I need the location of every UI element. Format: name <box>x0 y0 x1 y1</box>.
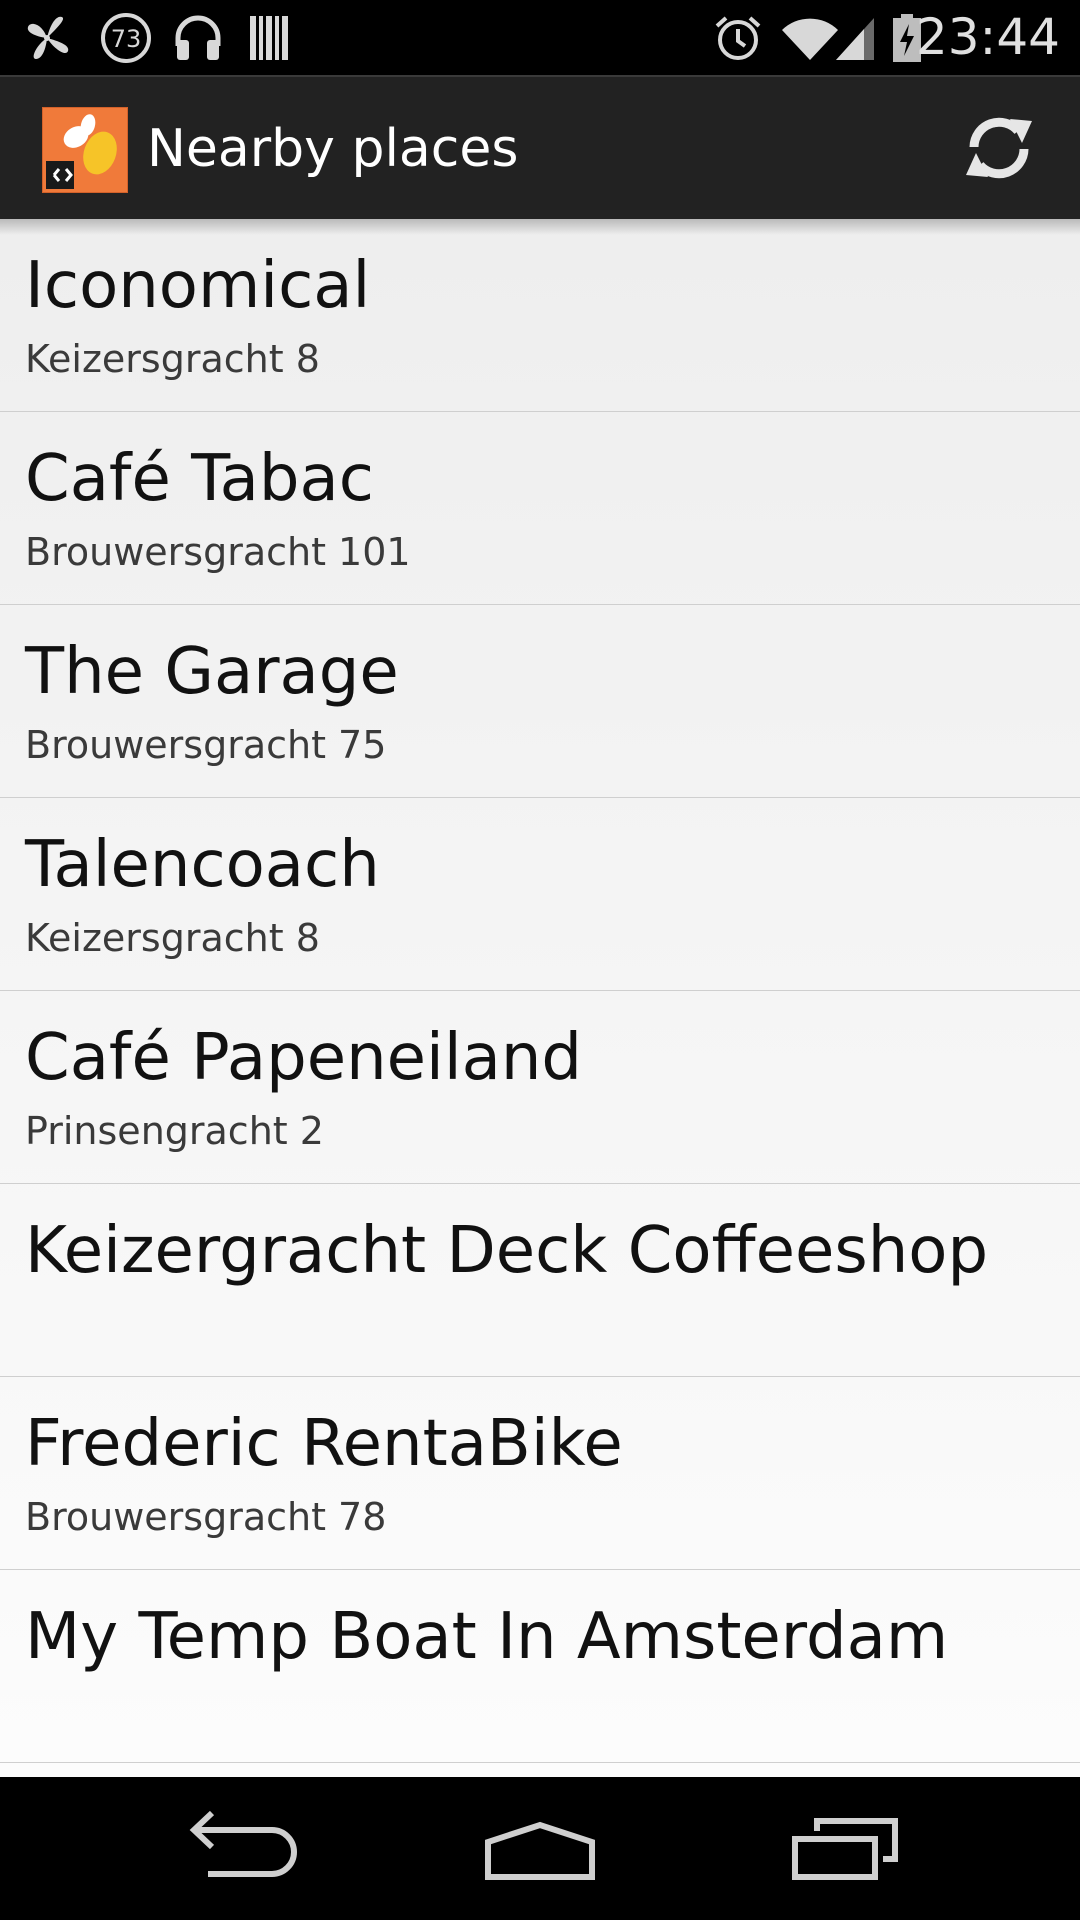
place-address: Keizersgracht 8 <box>25 916 320 960</box>
app-logo-icon[interactable] <box>42 107 128 193</box>
list-item[interactable]: Keizergracht Deck Coffeeshop <box>0 1184 1080 1377</box>
place-name: Talencoach <box>25 828 380 902</box>
back-icon <box>189 1810 297 1877</box>
list-item[interactable]: Talencoach Keizersgracht 8 <box>0 798 1080 991</box>
action-bar: Nearby places <box>0 75 1080 219</box>
alarm-icon <box>715 16 761 60</box>
home-button[interactable] <box>460 1797 620 1897</box>
screen: 73 23:44 Nearby places Iconomical Keizer… <box>0 0 1080 1920</box>
place-address: Brouwersgracht 101 <box>25 530 411 574</box>
navigation-bar <box>0 1777 1080 1920</box>
list-item[interactable]: Frederic RentaBike Brouwersgracht 78 <box>0 1377 1080 1570</box>
list-item[interactable]: My Temp Boat In Amsterdam <box>0 1570 1080 1763</box>
refresh-button[interactable] <box>958 107 1040 189</box>
list-item[interactable]: The Garage Brouwersgracht 75 <box>0 605 1080 798</box>
place-name: The Garage <box>25 635 399 709</box>
wifi-icon <box>782 18 838 61</box>
place-address: Keizersgracht 8 <box>25 337 320 381</box>
place-address: Prinsengracht 2 <box>25 1109 324 1153</box>
home-icon <box>485 1821 595 1880</box>
notification-badge-text: 73 <box>111 25 142 53</box>
recent-apps-button[interactable] <box>765 1797 925 1897</box>
notification-count-icon: 73 <box>101 13 151 63</box>
signal-icon <box>836 18 874 60</box>
list-item[interactable]: Café Tabac Brouwersgracht 101 <box>0 412 1080 605</box>
pinwheel-icon <box>27 16 69 59</box>
status-bar: 73 23:44 <box>0 0 1080 75</box>
status-time: 23:44 <box>915 8 1060 66</box>
place-address: Brouwersgracht 78 <box>25 1495 387 1539</box>
place-name: Café Tabac <box>25 442 374 516</box>
place-name: Iconomical <box>25 249 371 323</box>
barcode-icon <box>250 16 288 60</box>
place-name: Keizergracht Deck Coffeeshop <box>25 1214 989 1288</box>
headphones-icon <box>175 15 221 60</box>
back-button[interactable] <box>160 1797 320 1897</box>
list-item[interactable]: Iconomical Keizersgracht 8 <box>0 219 1080 412</box>
place-name: Frederic RentaBike <box>25 1407 623 1481</box>
list-item[interactable]: Café Papeneiland Prinsengracht 2 <box>0 991 1080 1184</box>
recent-apps-icon <box>792 1818 898 1880</box>
place-name: My Temp Boat In Amsterdam <box>25 1600 949 1674</box>
page-title: Nearby places <box>147 119 519 179</box>
place-list: Iconomical Keizersgracht 8 Café Tabac Br… <box>0 219 1080 1777</box>
place-address: Brouwersgracht 75 <box>25 723 387 767</box>
place-name: Café Papeneiland <box>25 1021 582 1095</box>
